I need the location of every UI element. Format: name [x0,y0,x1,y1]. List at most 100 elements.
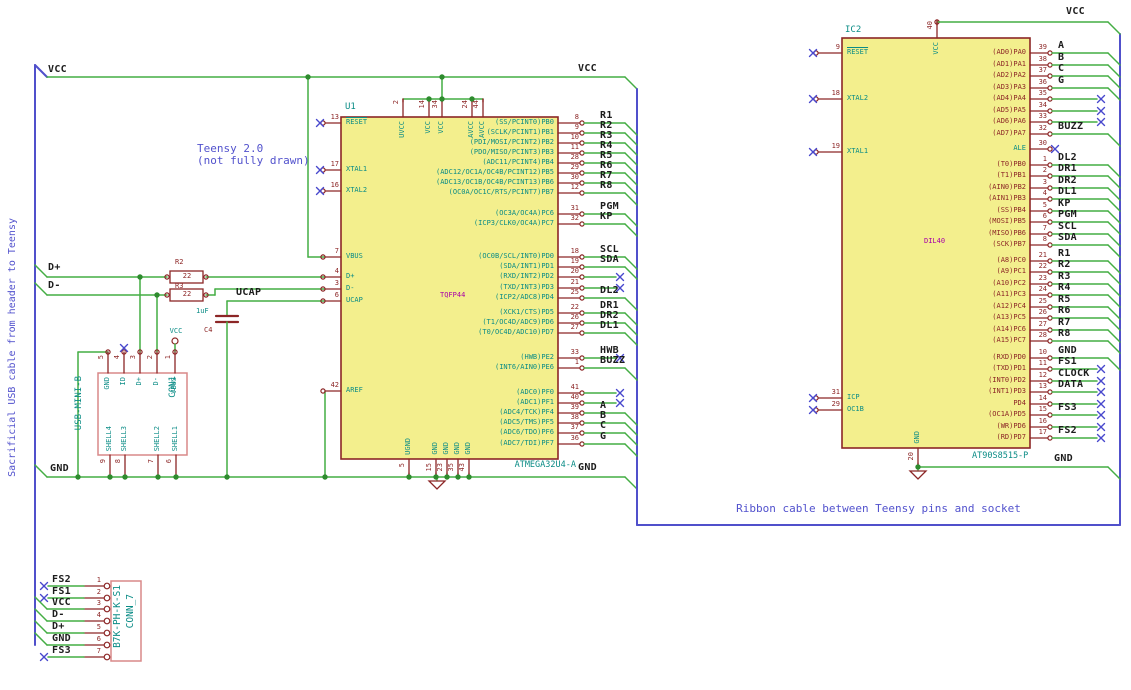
net-label: DL2 [600,285,619,296]
pin-name: D- [152,377,160,386]
net-label: DATA [1058,379,1084,390]
pin-number: 4 [1042,189,1047,197]
pin-number: 1 [574,358,579,366]
pin-number: 36 [1038,78,1047,86]
net-label: CLOCK [1058,368,1090,379]
note-teensy-line1: Teensy 2.0 [197,142,264,155]
junction-dot [137,274,143,280]
pin-name: (AD3)PA3 [992,83,1026,91]
pin-name: XTAL1 [346,165,368,173]
pin-name: (AIN0)PB2 [988,183,1026,191]
pin-name: (OC1A)PD5 [988,410,1026,418]
pin-number: 25 [1038,297,1047,305]
bus-entry [624,152,638,166]
pin-name: (ADC1)PF1 [516,398,554,406]
bus-entry [624,266,638,280]
pin-name: AREF [346,386,363,394]
pin-number: 6 [334,291,339,299]
pin-name: (ADC13/OC1B/OC4B/PCINT13)PB6 [435,178,554,186]
junction-dot [322,474,328,480]
pin-name: (ICP2/ADC8)PD4 [494,293,554,301]
net-label: R8 [1058,328,1071,339]
pin-number: 11 [1038,359,1047,367]
gnd-symbol [427,480,447,490]
note-ribbon-caption: Ribbon cable between Teensy pins and soc… [736,502,1021,515]
bus-entry [624,142,638,156]
pin-circle [103,605,111,613]
pin-number: 17 [330,160,339,168]
bus-entry [1107,187,1121,201]
bus-entry [1107,21,1121,35]
bus-entry [624,76,638,90]
bus-entry [624,412,638,426]
net-label: R3 [1058,271,1071,282]
pin-number: 37 [1038,66,1047,74]
pin-number: 3 [129,355,137,360]
bus-entry [624,297,638,311]
pin-name: XTAL2 [346,186,368,194]
pin-name: (ADC11/PCINT4)PB4 [482,158,554,166]
pin-name: RESET [346,118,368,126]
pin-number: 2 [96,588,101,596]
net-label-dplus: D+ [48,262,61,273]
pin-number: 12 [1038,371,1047,379]
bus-entry [1107,357,1121,371]
pin-name: UGND [404,438,412,455]
pin-name: (A12)PC4 [992,302,1026,310]
pin-name: VBUS [346,252,363,260]
pin-name: (ADC0)PF0 [516,388,554,396]
pin-name: GND [453,442,461,455]
pin-name: (RXD/INT2)PD2 [499,272,554,280]
note-left-vertical: Sacrificial USB cable from header to Tee… [7,218,18,477]
bus-entry [624,432,638,446]
pin-number: 35 [447,463,455,472]
pin-number: 35 [1038,89,1047,97]
pin-number: 8 [574,113,579,121]
net-label-vcc-left: VCC [48,64,67,75]
pin-number: 6 [96,635,101,643]
pin-number: 2 [146,355,154,360]
pin-number: 43 [458,463,466,472]
pin-number: 31 [831,388,840,396]
net-label: FS1 [52,586,71,597]
net-label: C [600,420,607,431]
net-label: DL1 [1058,186,1077,197]
pin-name: (MOSI)PB5 [988,217,1026,225]
net-label: G [1058,75,1065,86]
net-label: G [600,431,607,442]
pin-name: XTAL2 [847,94,869,102]
pin-name: OC1B [847,405,864,413]
junction-dot [439,96,445,102]
pin-number: 44 [472,100,480,109]
pin-name: SHELL3 [120,425,128,451]
net-label: R1 [1058,248,1071,259]
pin-name: RESET [847,48,869,56]
pin-name: (PDI/MOSI/PCINT2)PB2 [469,138,554,146]
pin-number: 23 [1038,274,1047,282]
bus-entry [1107,244,1121,258]
bus-entry [34,632,48,646]
pin-name: (SCLK/PCINT1)PB1 [486,128,554,136]
pin-name: AVCC [478,121,486,138]
r3-reference: R3 [175,282,184,290]
conn7-value: B7K-PH-K-S1 [112,585,123,648]
net-label-gnd-mid: GND [578,462,597,473]
bus-entry [624,256,638,270]
bus-entry [624,422,638,436]
net-label: FS2 [1058,425,1077,436]
pin-name: (A13)PC5 [992,313,1026,321]
pin-number: 28 [1038,331,1047,339]
pin-number: 7 [334,247,339,255]
net-label: D- [52,609,65,620]
gnd-symbol [908,470,928,480]
net-label: KP [600,211,613,222]
net-label: D+ [52,621,65,632]
pin-name: UVCC [398,121,406,138]
pin-number: 8 [1042,235,1047,243]
usb-vcc-flag-label: VCC [169,327,183,335]
pin-number: 27 [1038,320,1047,328]
pin-name: (INT0)PD2 [988,376,1026,384]
pin-number: 41 [570,383,579,391]
pin-number: 18 [831,89,840,97]
pin-name: (TXD/INT3)PD3 [499,283,554,291]
